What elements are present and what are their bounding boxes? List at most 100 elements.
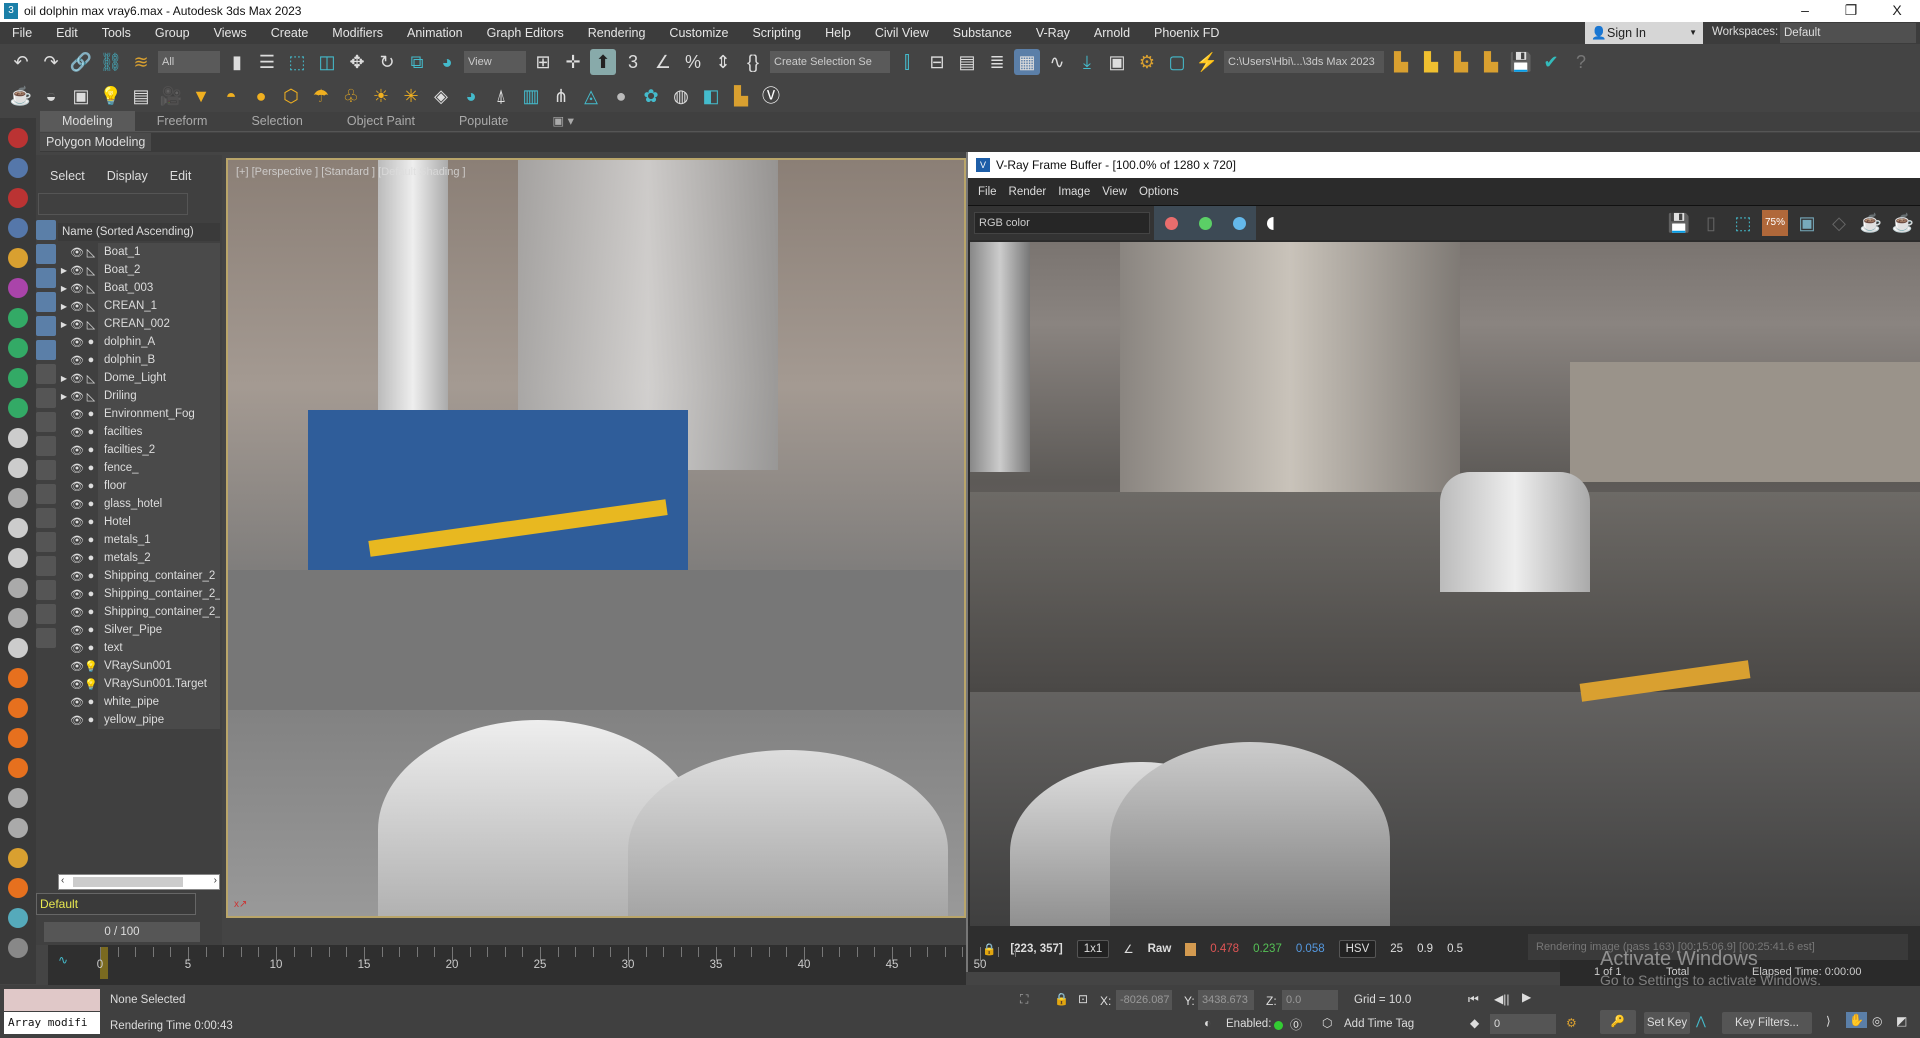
vfb-menu-view[interactable]: View [1102, 186, 1127, 198]
red-channel-button[interactable] [1154, 206, 1188, 240]
column-header-name[interactable]: Name (Sorted Ascending) [58, 223, 220, 241]
menu-tools[interactable]: Tools [90, 26, 143, 40]
scene-object-row[interactable]: 👁 ● Shipping_container_2_ [58, 585, 220, 603]
bind-spacewarp-icon[interactable]: ≋ [128, 49, 154, 75]
add-time-tag[interactable]: Add Time Tag [1344, 1018, 1414, 1030]
vray-logo-icon[interactable]: Ⓥ [758, 83, 784, 109]
select-object-icon[interactable]: ▮ [224, 49, 250, 75]
alpha-channel-button[interactable] [1256, 206, 1290, 240]
lock-selection-icon[interactable]: 🔒 [1054, 992, 1069, 1006]
project-settings-icon[interactable]: ▙ [1388, 49, 1414, 75]
time-tag-icon[interactable]: ◐ [1204, 1016, 1211, 1030]
command-panel-icon[interactable] [8, 668, 28, 688]
edit-named-selection-icon[interactable]: {} [740, 49, 766, 75]
menu-substance[interactable]: Substance [941, 26, 1024, 40]
tab-object-paint[interactable]: Object Paint [325, 111, 437, 131]
named-selection-dropdown[interactable]: Create Selection Se [770, 51, 890, 73]
command-panel-icon[interactable] [8, 908, 28, 928]
vray-light-icon[interactable]: ▼ [188, 83, 214, 109]
vray-volume-icon[interactable]: ◬ [578, 83, 604, 109]
vray-sun-icon[interactable]: ☀ [368, 83, 394, 109]
vray-plane-icon[interactable]: ⍋ [488, 83, 514, 109]
redo-icon[interactable]: ↷ [38, 49, 64, 75]
scene-filter-icon[interactable] [36, 340, 56, 360]
axis-constraint-icon[interactable]: ✛ [560, 49, 586, 75]
orbit-icon[interactable]: ◎ [1872, 1014, 1882, 1028]
help-icon[interactable]: ? [1568, 49, 1594, 75]
undo-icon[interactable]: ↶ [8, 49, 34, 75]
sampling-dropdown[interactable]: 1x1 [1076, 940, 1110, 958]
scene-object-row[interactable]: ▶ 👁 ◺ Boat_2 [58, 261, 220, 279]
scene-object-row[interactable]: ▶ 👁 ◺ Dome_Light [58, 369, 220, 387]
scale-icon[interactable]: ⧉ [404, 49, 430, 75]
menu-group[interactable]: Group [143, 26, 202, 40]
scene-object-row[interactable]: 👁 ● Silver_Pipe [58, 621, 220, 639]
visibility-eye-icon[interactable]: 👁 [70, 480, 84, 493]
command-panel-icon[interactable] [8, 188, 28, 208]
material-sphere-icon[interactable]: ● [608, 83, 634, 109]
curve-icon[interactable]: ∠ [1123, 942, 1133, 956]
scene-filter-icon[interactable] [36, 508, 56, 528]
visibility-eye-icon[interactable]: 👁 [70, 696, 84, 709]
scene-filter-icon[interactable] [36, 436, 56, 456]
menu-create[interactable]: Create [259, 26, 321, 40]
torus-icon[interactable]: ◒ [38, 83, 64, 109]
clear-image-icon[interactable]: ▯ [1698, 210, 1724, 236]
restore-button[interactable]: ❐ [1828, 0, 1874, 22]
scene-object-row[interactable]: 👁 ● facilties [58, 423, 220, 441]
z-coordinate-field[interactable]: 0.0 [1282, 990, 1338, 1010]
scene-menu-display[interactable]: Display [107, 169, 148, 183]
workspaces-dropdown[interactable]: Default [1780, 23, 1916, 43]
menu-civil-view[interactable]: Civil View [863, 26, 941, 40]
spinner-snap-icon[interactable]: ⇕ [710, 49, 736, 75]
sync-check-icon[interactable]: ✔ [1538, 49, 1564, 75]
menu-help[interactable]: Help [813, 26, 863, 40]
scene-object-row[interactable]: 👁 ● white_pipe [58, 693, 220, 711]
scene-object-row[interactable]: 👁 ● yellow_pipe [58, 711, 220, 729]
scene-filter-icon[interactable] [36, 244, 56, 264]
command-panel-icon[interactable] [8, 158, 28, 178]
curve-editor-mini-icon[interactable]: ∿ [58, 953, 68, 967]
enabled-indicator[interactable] [1274, 1021, 1283, 1030]
render-stop-icon[interactable]: ☕ [1890, 210, 1916, 236]
scene-object-row[interactable]: 👁 ● Shipping_container_2_ [58, 603, 220, 621]
time-config-icon[interactable]: ⚙ [1566, 1016, 1577, 1030]
command-panel-icon[interactable] [8, 488, 28, 508]
material-editor-icon[interactable]: ▣ [1104, 49, 1130, 75]
vfb-menu-image[interactable]: Image [1058, 186, 1090, 198]
command-panel-icon[interactable] [8, 428, 28, 448]
scene-object-row[interactable]: 👁 ● metals_2 [58, 549, 220, 567]
snap-toggle-icon[interactable]: 3 [620, 49, 646, 75]
pivot-icon[interactable]: ⊞ [530, 49, 556, 75]
interactive-render-icon[interactable]: ☕ [1858, 210, 1884, 236]
layer-explorer-icon[interactable]: ▤ [954, 49, 980, 75]
vray-ambient-icon[interactable]: ♧ [338, 83, 364, 109]
command-panel-icon[interactable] [8, 368, 28, 388]
command-panel-icon[interactable] [8, 818, 28, 838]
command-panel-icon[interactable] [8, 398, 28, 418]
pixel-lock-icon[interactable]: 🔒 [982, 942, 996, 956]
camera-lister-icon[interactable]: ▤ [128, 83, 154, 109]
scene-filter-icon[interactable] [36, 220, 56, 240]
scene-filter-icon[interactable] [36, 316, 56, 336]
command-panel-icon[interactable] [8, 608, 28, 628]
visibility-eye-icon[interactable]: 👁 [70, 552, 84, 565]
scroll-right-icon[interactable]: › [214, 875, 217, 886]
rendered-frame-window-icon[interactable]: ▢ [1164, 49, 1190, 75]
visibility-eye-icon[interactable]: 👁 [70, 408, 84, 421]
select-by-name-icon[interactable]: ☰ [254, 49, 280, 75]
curve-editor-icon[interactable]: ∿ [1044, 49, 1070, 75]
render-last-icon[interactable]: ◇ [1826, 210, 1852, 236]
scene-object-row[interactable]: 👁 ● fence_ [58, 459, 220, 477]
selection-filter-dropdown[interactable]: All [158, 51, 220, 73]
visibility-eye-icon[interactable]: 👁 [70, 300, 84, 313]
scene-object-row[interactable]: 👁 ● Environment_Fog [58, 405, 220, 423]
teapot-icon[interactable]: ☕ [8, 83, 34, 109]
visibility-eye-icon[interactable]: 👁 [70, 534, 84, 547]
zoom-badge[interactable]: 75% [1762, 210, 1788, 236]
minimize-button[interactable]: – [1782, 0, 1828, 22]
menu-animation[interactable]: Animation [395, 26, 475, 40]
fit-view-icon[interactable]: ▣ [1794, 210, 1820, 236]
tab-modeling[interactable]: Modeling [40, 111, 135, 131]
color-space-dropdown[interactable]: HSV [1338, 940, 1377, 958]
